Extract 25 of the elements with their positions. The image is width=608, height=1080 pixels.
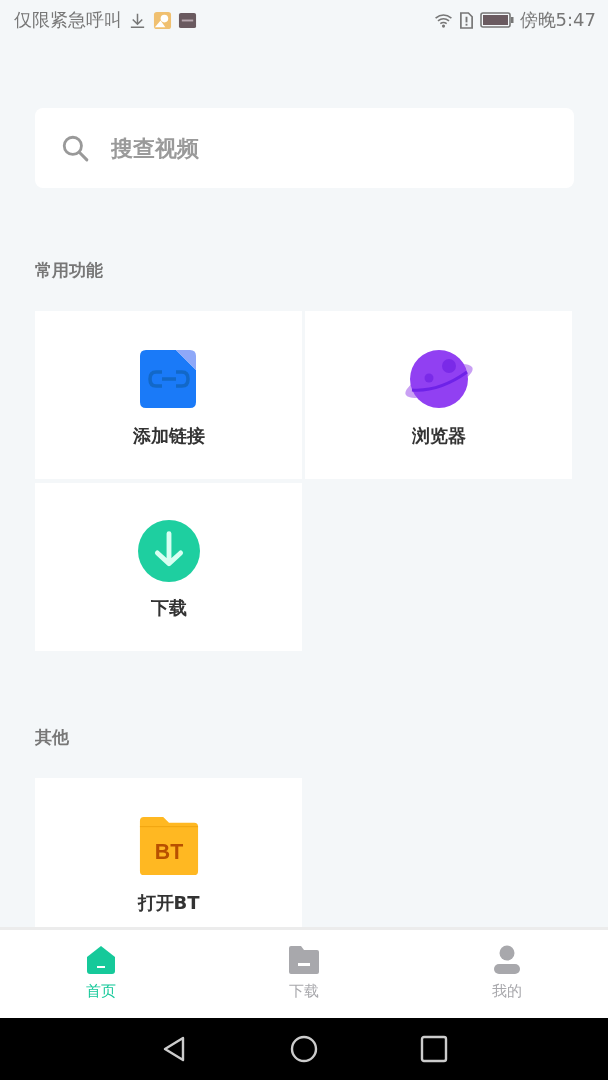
feature-card[interactable]: BT 打开BT <box>35 778 302 927</box>
section-title: 常用功能 <box>35 260 104 280</box>
search-field[interactable]: 搜查视频 <box>35 108 574 188</box>
feature-card[interactable]: 添加链接 <box>35 311 302 479</box>
card-label: 浏览器 <box>411 424 466 448</box>
card-label: 下载 <box>150 596 187 620</box>
section-title: 其他 <box>35 727 70 747</box>
folder-icon <box>288 944 320 976</box>
feature-card[interactable]: 浏览器 <box>305 311 572 479</box>
notification-text: 仅限紧急呼叫 <box>14 8 122 32</box>
folder-icon: BT <box>137 815 200 877</box>
planet-icon <box>402 348 475 410</box>
battery-icon <box>479 11 514 29</box>
image-icon <box>153 10 172 30</box>
search-icon <box>61 134 89 162</box>
feature-card[interactable]: 下载 <box>35 483 302 651</box>
sim-alert-icon <box>458 10 474 30</box>
recents-icon[interactable] <box>419 1034 449 1064</box>
download-icon <box>137 520 200 582</box>
card-label: 打开BT <box>137 891 200 915</box>
home-icon <box>85 944 118 976</box>
notification-icon <box>178 10 197 30</box>
home-icon[interactable] <box>289 1034 319 1064</box>
card-label: 添加链接 <box>132 424 205 448</box>
clock-text: 傍晚5:47 <box>519 8 596 32</box>
